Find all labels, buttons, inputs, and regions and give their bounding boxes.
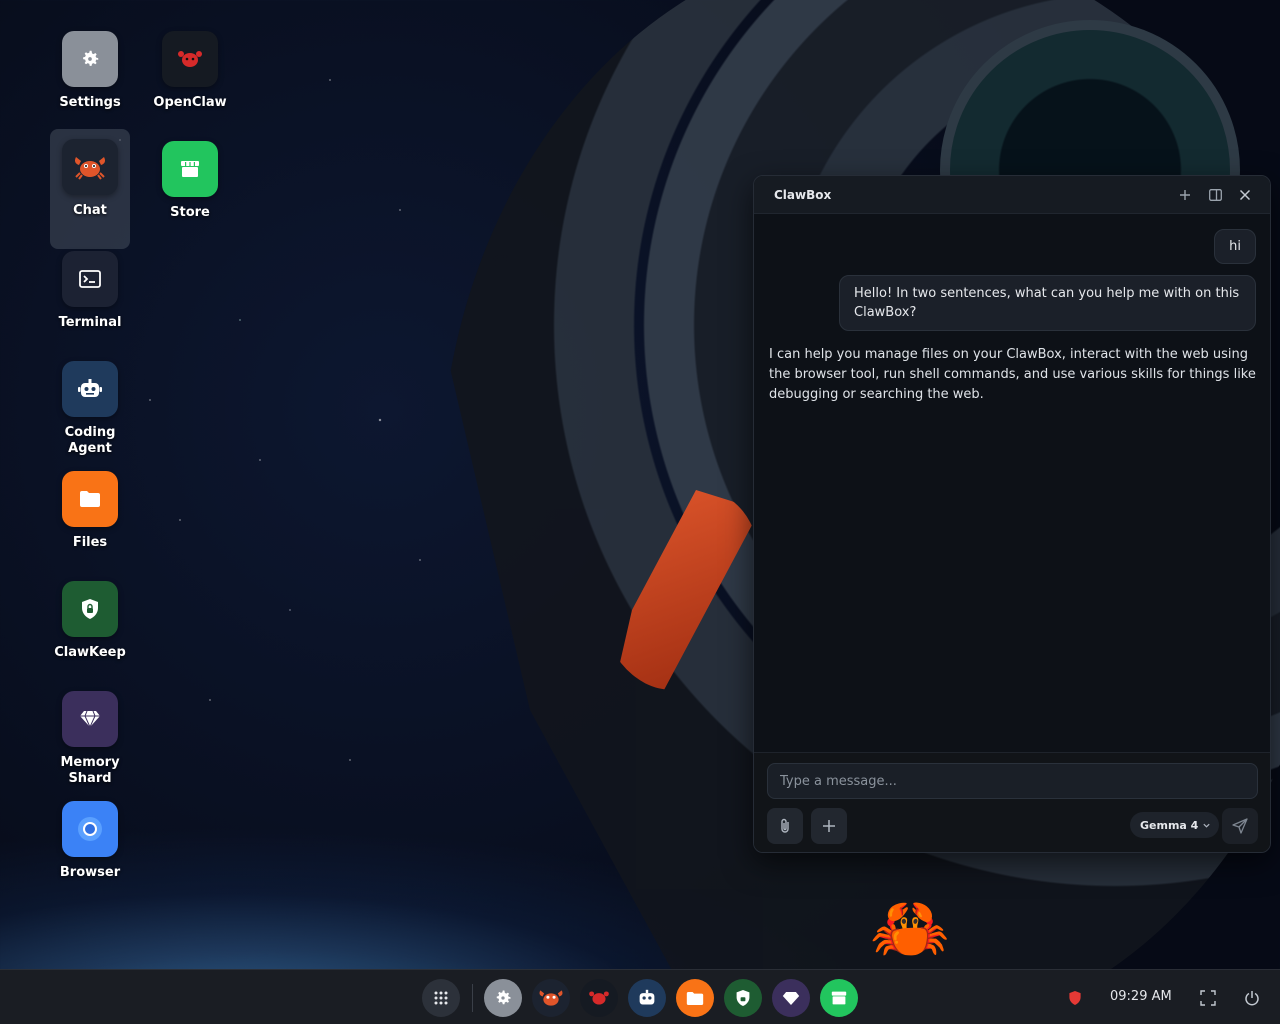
add-button[interactable] — [811, 808, 847, 844]
paperclip-icon — [781, 818, 789, 833]
desktop-icon-label: Chat — [73, 203, 107, 218]
desktop-icon-store[interactable]: Store — [150, 139, 230, 257]
desktop-icon-files[interactable]: Files — [50, 469, 130, 587]
crab-chat-icon — [62, 139, 118, 195]
split-view-button[interactable] — [1200, 180, 1230, 210]
gear-icon — [496, 990, 511, 1005]
crab-mascot-icon: 🦀 — [870, 892, 950, 966]
shield-lock-icon — [62, 581, 118, 637]
fullscreen-button[interactable] — [1189, 979, 1227, 1017]
message-list: hi Hello! In two sentences, what can you… — [754, 215, 1270, 752]
send-button[interactable] — [1222, 808, 1258, 844]
desktop-icon-label: Store — [170, 205, 210, 220]
plus-icon — [1180, 189, 1190, 200]
desktop-icon-coding-agent[interactable]: Coding Agent — [50, 359, 130, 477]
gem-icon — [782, 991, 800, 1005]
close-icon — [1239, 189, 1251, 200]
assistant-message: I can help you manage files on your Claw… — [769, 347, 1256, 402]
model-select-label: Gemma 4 — [1140, 818, 1199, 832]
power-icon — [1245, 991, 1259, 1006]
window-titlebar[interactable]: ClawBox — [754, 176, 1270, 214]
desktop-icon-label: Coding Agent — [64, 425, 116, 456]
send-icon — [1232, 818, 1248, 834]
desktop-icon-label: Memory Shard — [60, 755, 120, 786]
crab-chat-icon — [539, 990, 563, 1006]
desktop-icon-label: Settings — [59, 95, 121, 110]
window-title: ClawBox — [774, 187, 832, 202]
taskbar-store[interactable] — [820, 979, 858, 1017]
desktop-icon-chat[interactable]: Chat — [50, 129, 130, 249]
taskbar-chat[interactable] — [532, 979, 570, 1017]
composer: Gemma 4 — [754, 752, 1270, 852]
security-status-button[interactable] — [1056, 979, 1094, 1017]
desktop-icon-browser[interactable]: Browser — [50, 799, 130, 917]
red-crab-icon — [589, 991, 609, 1005]
desktop-icon-label: Browser — [59, 865, 121, 880]
taskbar-files[interactable] — [676, 979, 714, 1017]
storefront-icon — [162, 141, 218, 197]
terminal-icon — [62, 251, 118, 307]
browser-globe-icon — [62, 801, 118, 857]
gear-icon — [62, 31, 118, 87]
desktop-icon-clawkeep[interactable]: ClawKeep — [50, 579, 130, 697]
shield-lock-icon — [736, 990, 750, 1006]
panel-icon — [1208, 188, 1222, 201]
desktop-icon-label: Files — [72, 535, 108, 550]
taskbar-divider — [472, 984, 473, 1012]
robot-icon — [62, 361, 118, 417]
attach-button[interactable] — [767, 808, 803, 844]
taskbar-clock: 09:29 AM — [1110, 989, 1172, 1004]
user-message: hi — [1214, 229, 1256, 264]
user-message: Hello! In two sentences, what can you he… — [839, 275, 1256, 331]
power-button[interactable] — [1233, 979, 1271, 1017]
desktop-icon-memory-shard[interactable]: Memory Shard — [50, 689, 130, 807]
app-launcher-button[interactable] — [422, 979, 460, 1017]
taskbar: 09:29 AM — [0, 969, 1280, 1024]
desktop-icon-terminal[interactable]: Terminal — [50, 249, 130, 367]
taskbar-memory-shard[interactable] — [772, 979, 810, 1017]
desktop-icon-openclaw[interactable]: OpenClaw — [150, 29, 230, 147]
storefront-icon — [831, 991, 847, 1005]
desktop-icon-label: ClawKeep — [54, 645, 126, 660]
fullscreen-icon — [1200, 990, 1216, 1006]
plus-icon — [823, 820, 835, 832]
chat-window: ClawBox hi Hello! In two sentences, what… — [753, 175, 1271, 853]
new-chat-button[interactable] — [1170, 180, 1200, 210]
gem-icon — [62, 691, 118, 747]
shield-icon — [1069, 991, 1081, 1005]
close-window-button[interactable] — [1230, 180, 1260, 210]
taskbar-settings[interactable] — [484, 979, 522, 1017]
taskbar-clawkeep[interactable] — [724, 979, 762, 1017]
grid-icon — [434, 991, 448, 1005]
desktop-icon-label: Terminal — [58, 315, 122, 330]
chevron-down-icon — [1203, 823, 1210, 828]
model-select[interactable]: Gemma 4 — [1130, 812, 1220, 838]
folder-icon — [62, 471, 118, 527]
desktop-icon-label: OpenClaw — [153, 95, 227, 110]
message-input[interactable] — [767, 763, 1258, 799]
robot-icon — [639, 989, 655, 1005]
taskbar-openclaw[interactable] — [580, 979, 618, 1017]
folder-icon — [686, 991, 704, 1005]
taskbar-coding-agent[interactable] — [628, 979, 666, 1017]
red-crab-icon — [162, 31, 218, 87]
